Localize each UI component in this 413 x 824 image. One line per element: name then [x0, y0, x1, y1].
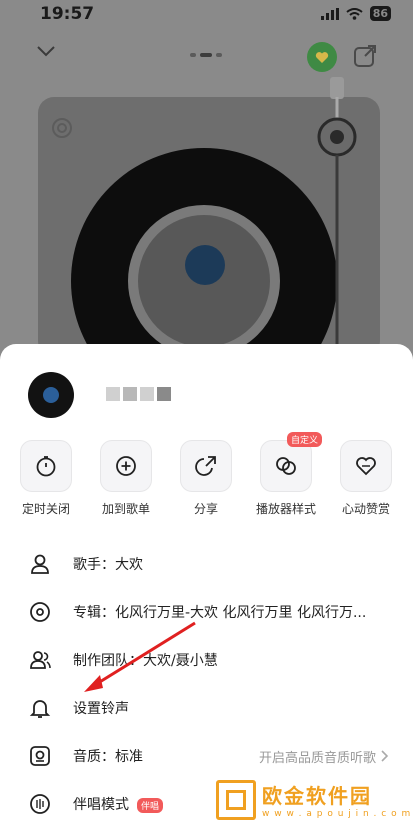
wifi-icon [346, 7, 363, 20]
bell-icon [29, 700, 51, 718]
status-bar: 19:57 86 [0, 0, 413, 30]
player-top-nav [0, 40, 413, 74]
action-label: 播放器样式 [255, 502, 316, 516]
action-timer-off[interactable]: 定时关闭 [6, 440, 86, 517]
row-singer[interactable]: 歌手：大欢 [0, 540, 413, 588]
singer-icon [31, 554, 49, 574]
timer-icon [36, 456, 56, 477]
add-to-playlist-icon [116, 456, 136, 476]
watermark-url: w w w . a p o u j i n . c o m [262, 809, 412, 819]
site-watermark: 欧金软件园 w w w . a p o u j i n . c o m [216, 775, 413, 824]
row-quality-text: 音质：标准 [73, 749, 143, 765]
row-singer-text: 歌手：大欢 [73, 557, 143, 573]
action-share[interactable]: 分享 [166, 440, 246, 517]
karaoke-icon [30, 794, 50, 814]
radar-icon [52, 118, 72, 138]
signal-icon [320, 7, 339, 20]
quality-icon [30, 746, 50, 766]
action-tile [20, 440, 72, 492]
row-album[interactable]: 专辑：化风行万里-大欢 化风行万里 化风行万... [0, 588, 413, 636]
player-style-icon [276, 457, 296, 475]
battery-indicator: 86 [369, 6, 391, 21]
action-label: 定时关闭 [21, 502, 70, 516]
status-icons: 86 [320, 6, 391, 21]
quality-upgrade-link[interactable]: 开启高品质音质听歌 [259, 747, 389, 766]
custom-badge: 自定义 [287, 432, 323, 447]
chevron-right-icon [381, 750, 389, 762]
page-indicator [190, 53, 222, 57]
like-button[interactable] [307, 42, 337, 72]
song-header [22, 370, 171, 418]
share-icon[interactable] [352, 43, 378, 69]
status-time: 19:57 [40, 4, 95, 24]
more-options-sheet: 定时关闭 加到歌单 分享 自定义 播放器样式 心动赞赏 歌手：大欢 专辑：化风行… [0, 344, 413, 824]
album-icon [30, 602, 50, 622]
album-thumbnail [22, 370, 76, 418]
action-label: 分享 [193, 502, 218, 516]
row-karaoke-text: 伴唱模式 伴唱 [73, 794, 164, 814]
action-player-style[interactable]: 自定义 播放器样式 [246, 432, 326, 517]
watermark-logo [216, 779, 256, 820]
row-team[interactable]: 制作团队：大欢/聂小慧 [0, 636, 413, 684]
row-ringtone-text: 设置铃声 [73, 701, 129, 717]
row-ringtone[interactable]: 设置铃声 [0, 684, 413, 732]
row-team-text: 制作团队：大欢/聂小慧 [73, 653, 218, 669]
karaoke-label: 伴唱模式 [73, 797, 129, 813]
karaoke-badge: 伴唱 [137, 797, 164, 813]
action-add-to-playlist[interactable]: 加到歌单 [86, 440, 166, 517]
heart-tip-icon [356, 457, 376, 476]
song-title-blurred [106, 387, 171, 401]
share-icon [195, 456, 216, 476]
quick-actions: 定时关闭 加到歌单 分享 自定义 播放器样式 心动赞赏 [0, 432, 413, 520]
action-tile [100, 440, 152, 492]
team-icon [30, 651, 51, 669]
heart-icon [315, 51, 329, 63]
tonearm [317, 77, 357, 347]
quality-upgrade-text: 开启高品质音质听歌 [258, 750, 376, 766]
action-tile [340, 440, 392, 492]
row-quality[interactable]: 音质：标准 开启高品质音质听歌 [0, 732, 413, 780]
action-tile: 自定义 [260, 432, 323, 492]
action-heart-tip[interactable]: 心动赞赏 [326, 440, 406, 517]
vinyl-label [185, 245, 225, 285]
watermark-text: 欧金软件园 w w w . a p o u j i n . c o m [262, 780, 411, 819]
watermark-name: 欧金软件园 [262, 784, 372, 808]
action-label: 加到歌单 [101, 502, 150, 516]
chevron-down-icon[interactable] [36, 44, 56, 58]
row-album-text: 专辑：化风行万里-大欢 化风行万里 化风行万... [73, 605, 367, 621]
action-label: 心动赞赏 [341, 502, 390, 516]
action-tile [180, 440, 232, 492]
